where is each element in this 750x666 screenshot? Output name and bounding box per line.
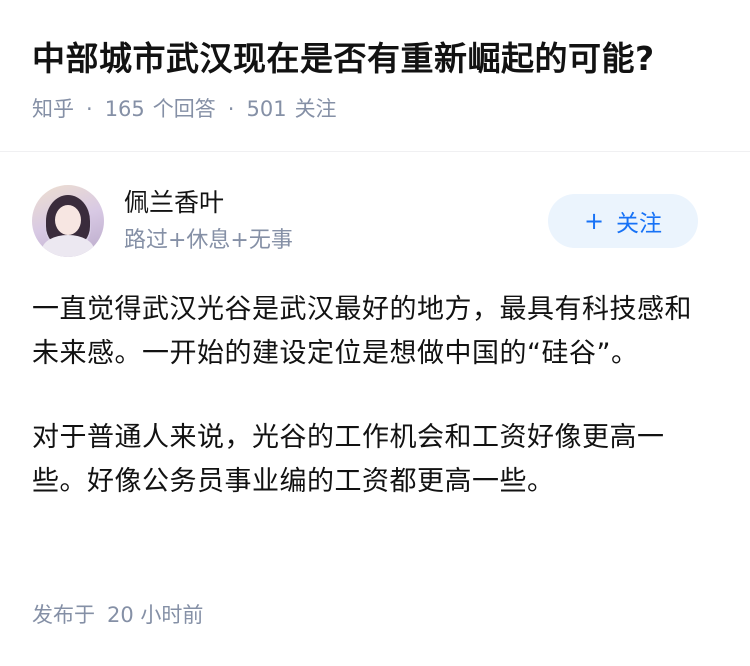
source-label[interactable]: 知乎 [32,97,74,121]
avatar[interactable] [32,185,104,257]
question-title[interactable]: 中部城市武汉现在是否有重新崛起的可能? [32,36,655,82]
answers-label: 个回答 [152,97,216,121]
section-divider [0,151,750,152]
avatar-dress [42,235,94,257]
published-time: 20 小时前 [107,603,204,627]
answer-paragraph: 对于普通人来说，光谷的工作机会和工资好像更高一些。好像公务员事业编的工资都更高一… [32,422,665,497]
answer-paragraph: 一直觉得武汉光谷是武汉最好的地方，最具有科技感和未来感。一开始的建设定位是想做中… [32,294,692,369]
author-bio: 路过+休息+无事 [124,228,293,253]
follow-label: 关注 [616,211,663,237]
author-card: 佩兰香叶 路过+休息+无事 + 关注 [32,185,698,259]
author-name[interactable]: 佩兰香叶 [124,185,224,221]
plus-icon: + [583,207,605,235]
meta-separator: · [86,97,93,121]
meta-separator: · [227,97,235,121]
published-label: 发布于 [32,603,95,627]
answers-count: 165 [104,97,145,121]
followers-label: 关注 [294,97,337,121]
follow-button[interactable]: + 关注 [548,194,698,248]
answer-content: 一直觉得武汉光谷是武汉最好的地方，最具有科技感和未来感。一开始的建设定位是想做中… [32,288,702,504]
avatar-face [55,205,81,235]
question-meta: 知乎 · 165 个回答 · 501 关注 [32,92,337,126]
followers-count: 501 [246,97,287,121]
published-info: 发布于 20 小时前 [32,598,203,632]
